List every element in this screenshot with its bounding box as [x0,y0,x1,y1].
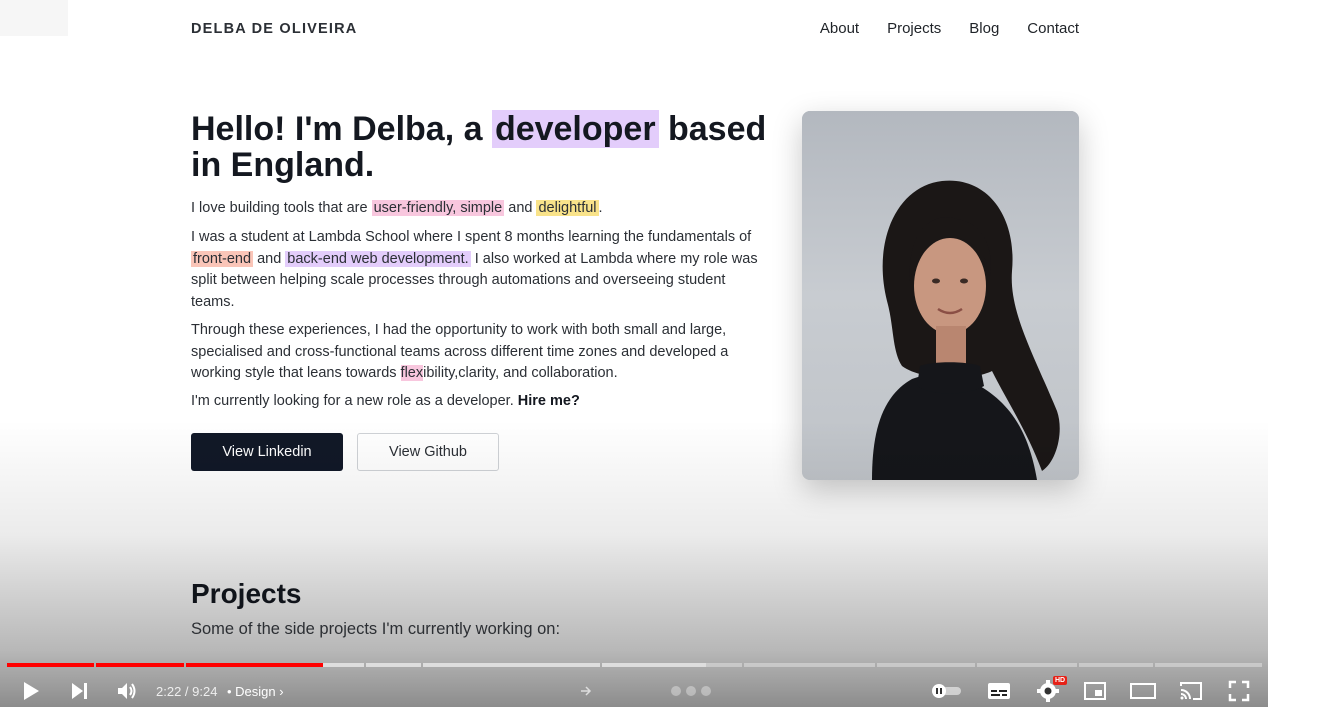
cast-icon [1180,682,1202,700]
cast-button[interactable] [1176,676,1206,706]
highlight: delightful [536,200,599,216]
text: . [598,200,603,216]
play-icon [24,682,39,700]
background-paragraph: I was a student at Lambda School where I… [191,227,771,313]
progress-segment [186,663,323,667]
progress-segment [744,663,875,667]
hero-title: Hello! I'm Delba, a developer based in E… [191,110,771,183]
progress-segment [7,663,94,667]
progress-segment [323,663,364,667]
hd-badge: HD [1053,676,1068,685]
arrow-right-icon [581,686,592,696]
progress-segment [366,663,421,667]
highlight: front-end [191,250,254,267]
site-brand[interactable]: DELBA DE OLIVEIRA [191,21,357,37]
skip-next-icon [72,683,87,699]
text: I was a student at Lambda School where I… [191,229,752,245]
progress-segment [977,663,1077,667]
text: I'm currently looking for a new role as … [191,393,518,409]
fullscreen-button[interactable] [1224,676,1254,706]
site-nav: About Projects Blog Contact [820,20,1079,37]
progress-segment [423,663,600,667]
experience-paragraph: Through these experiences, I had the opp… [191,320,771,385]
player-controls: 2:22 / 9:24 • Design › HD [0,676,1268,707]
autoplay-toggle[interactable] [928,676,964,706]
hero-title-highlight: developer [491,110,659,148]
more-dots-icon [671,686,711,696]
video-frame[interactable]: DELBA DE OLIVEIRA About Projects Blog Co… [0,0,1268,707]
nav-contact[interactable]: Contact [1027,20,1079,37]
theater-mode-button[interactable] [1128,676,1158,706]
progress-segment [1079,663,1153,667]
time-display: 2:22 / 9:24 [156,684,218,699]
theater-icon [1130,683,1156,699]
highlight: user-friendly, simple [371,200,505,216]
dots-indicator [670,676,712,706]
play-button[interactable] [16,676,46,706]
progress-segment [96,663,184,667]
settings-button[interactable]: HD [1032,676,1068,706]
progress-segment [706,663,742,667]
miniplayer-button[interactable] [1080,676,1110,706]
text: I love building tools that are [191,200,372,216]
nav-projects[interactable]: Projects [887,20,941,37]
view-linkedin-button[interactable]: View Linkedin [191,433,343,471]
text: and [504,200,537,216]
progress-segment [1155,663,1262,667]
chapter-label: • Design [227,684,276,699]
hire-paragraph: I'm currently looking for a new role as … [191,391,771,413]
miniplayer-icon [1084,682,1106,700]
profile-photo [802,111,1079,480]
portrait-illustration [802,111,1079,480]
volume-icon [118,683,136,699]
progress-bar[interactable] [7,663,1262,667]
autoplay-toggle-icon [932,684,961,698]
corner-overlay [0,0,68,36]
nav-about[interactable]: About [820,20,859,37]
view-github-button[interactable]: View Github [357,433,499,471]
fullscreen-icon [1228,680,1250,702]
next-button[interactable] [64,676,94,706]
chapter-button[interactable]: • Design › [227,684,284,699]
highlight: flex [400,365,424,381]
progress-segment [877,663,975,667]
highlight: back-end web development. [285,250,471,267]
intro-paragraph: I love building tools that are user-frie… [191,198,771,220]
chevron-right-icon: › [279,684,284,699]
volume-button[interactable] [112,676,142,706]
subtitles-icon [988,683,1010,699]
hero-title-part: Hello! I'm Delba, a [191,110,492,148]
progress-segment [602,663,706,667]
card-arrow [580,676,592,706]
hire-me-link[interactable]: Hire me? [518,393,580,409]
projects-subtitle: Some of the side projects I'm currently … [191,620,561,638]
projects-heading: Projects [191,578,302,609]
nav-blog[interactable]: Blog [969,20,999,37]
subtitles-button[interactable] [984,676,1014,706]
text: ibility,clarity, and collaboration. [423,365,618,381]
text: and [253,250,286,267]
